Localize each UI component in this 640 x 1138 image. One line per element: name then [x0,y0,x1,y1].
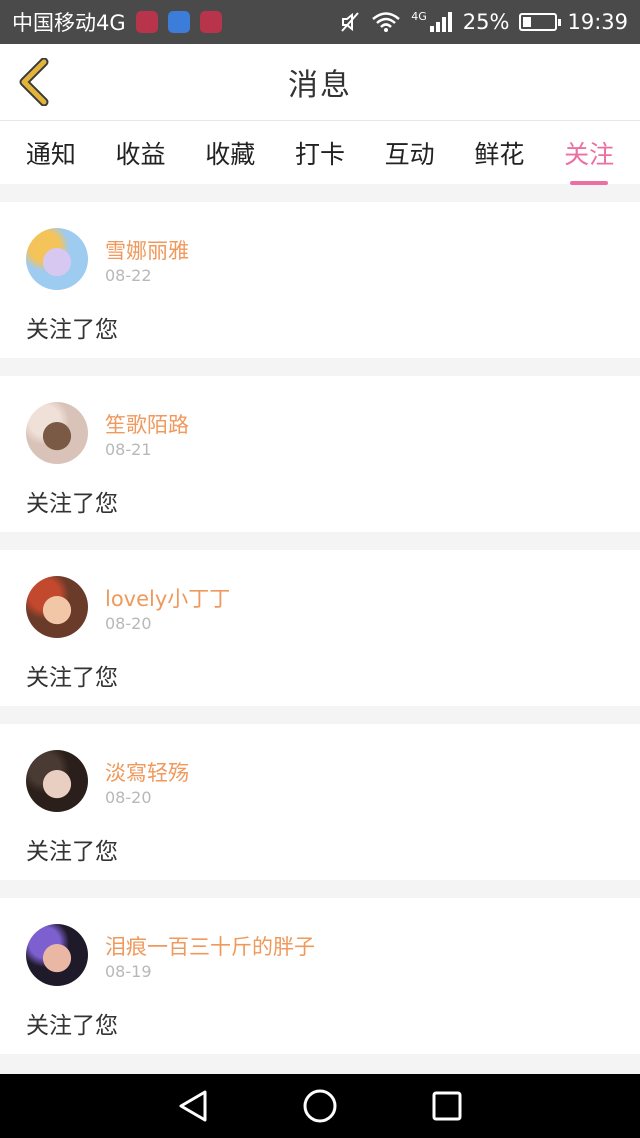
triangle-back-icon [179,1090,207,1122]
message-date: 08-22 [105,266,152,285]
battery-percent: 25% [462,10,510,34]
message-text: 关注了您 [26,839,118,865]
mute-icon [341,12,359,32]
tab-favorites[interactable]: 收藏 [201,127,259,179]
status-icons: 4G 25% 19:39 [339,10,628,34]
username[interactable]: 雪娜丽雅 [105,235,189,265]
list-item[interactable]: lovely小丁丁 08-20 关注了您 [0,550,640,706]
notification-app-icon-2 [167,11,190,33]
message-date: 08-21 [105,440,152,459]
clock: 19:39 [567,10,628,34]
avatar[interactable] [26,228,88,290]
chevron-left-icon [19,58,49,106]
message-text: 关注了您 [26,1013,118,1039]
message-text: 关注了您 [26,665,118,691]
message-date: 08-20 [105,788,152,807]
nav-recent-button[interactable] [427,1086,467,1126]
avatar[interactable] [26,402,88,464]
square-recent-icon [432,1091,462,1121]
message-text: 关注了您 [26,317,118,343]
username[interactable]: 淡寫轻殇 [105,757,189,787]
carrier-label: 中国移动4G [12,11,126,35]
avatar[interactable] [26,576,88,638]
list-item[interactable]: 泪痕一百三十斤的胖子 08-19 关注了您 [0,898,640,1054]
circle-home-icon [303,1089,337,1123]
message-tabs: 通知 收益 收藏 打卡 互动 鲜花 关注 [0,120,640,185]
signal-icon [429,12,452,32]
tab-interactions[interactable]: 互动 [381,127,439,179]
follow-message-list: 雪娜丽雅 08-22 关注了您 笙歌陌路 08-21 关注了您 lovely小丁… [0,202,640,1072]
system-nav-bar [0,1074,640,1138]
network-type-label: 4G [411,10,427,23]
status-bar: 中国移动4G 4G 25% 19:39 [0,0,640,44]
tab-notifications[interactable]: 通知 [22,127,80,179]
tab-earnings[interactable]: 收益 [112,127,170,179]
app-header: 消息 [0,44,640,120]
nav-back-button[interactable] [173,1086,213,1126]
tab-flowers[interactable]: 鲜花 [470,127,528,179]
battery-icon [519,13,562,31]
tab-follows[interactable]: 关注 [560,127,618,185]
nav-home-button[interactable] [300,1086,340,1126]
tab-checkin[interactable]: 打卡 [291,127,349,179]
username[interactable]: 泪痕一百三十斤的胖子 [105,931,315,961]
avatar[interactable] [26,924,88,986]
message-text: 关注了您 [26,491,118,517]
page-title: 消息 [288,68,352,103]
avatar[interactable] [26,750,88,812]
wifi-icon [372,12,401,32]
list-item[interactable]: 淡寫轻殇 08-20 关注了您 [0,724,640,880]
username[interactable]: 笙歌陌路 [105,409,189,439]
notification-app-icon-1 [135,11,158,33]
list-item[interactable]: 雪娜丽雅 08-22 关注了您 [0,202,640,358]
list-item[interactable]: 笙歌陌路 08-21 关注了您 [0,376,640,532]
message-date: 08-19 [105,962,152,981]
back-button[interactable] [14,58,54,106]
notification-app-icon-3 [199,11,222,33]
message-date: 08-20 [105,614,152,633]
username[interactable]: lovely小丁丁 [105,583,230,613]
